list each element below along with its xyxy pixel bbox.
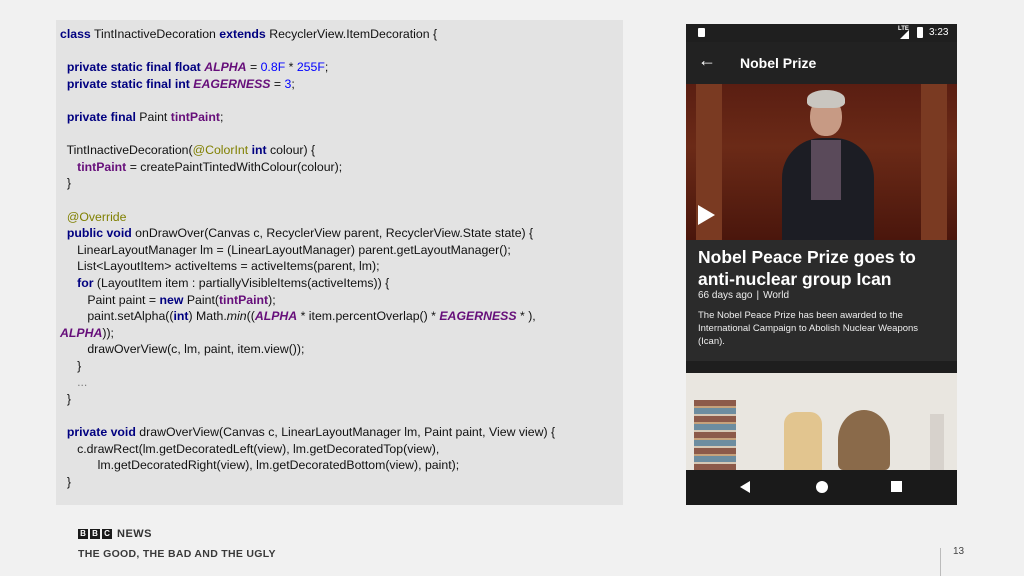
bottle-illustration (930, 414, 944, 470)
code-token: } (66, 475, 71, 490)
code-token: @Override (66, 209, 127, 224)
play-icon[interactable] (698, 205, 715, 225)
code-token: min (226, 309, 247, 324)
speaker-shirt (811, 140, 841, 200)
code-token: = (273, 76, 282, 91)
code-token: List<LayoutItem> activeItems = activeIte… (77, 259, 380, 274)
code-token: Paint paint = (87, 292, 157, 307)
footer-divider (940, 548, 941, 576)
code-token: new (159, 292, 184, 307)
code-panel: class TintInactiveDecoration extends Rec… (56, 20, 623, 505)
signal-icon (900, 30, 909, 39)
next-article-thumbnail[interactable] (686, 373, 957, 470)
code-token: private void (66, 425, 136, 440)
code-token: ALPHA (60, 325, 103, 340)
bbc-logo-box: B (78, 529, 88, 539)
code-token: private final (66, 109, 136, 124)
article-section[interactable]: World (763, 290, 789, 301)
books-illustration (694, 400, 736, 470)
code-token: onDrawOver(Canvas c, RecyclerView parent… (135, 226, 534, 241)
code-token: * ), (520, 309, 536, 324)
nav-recents-icon[interactable] (891, 481, 902, 492)
code-token: tintPaint (218, 292, 269, 307)
code-token: Paint( (186, 292, 219, 307)
app-bar: ← Nobel Prize (686, 42, 957, 84)
status-bar: LTE 3:23 (686, 24, 957, 42)
hand-illustration (784, 412, 822, 470)
code-token: lm.getDecoratedRight(view), lm.getDecora… (97, 458, 460, 473)
code-token: public void (66, 226, 132, 241)
code-token: colour) { (270, 143, 316, 158)
code-token: class (60, 27, 91, 41)
code-token: } (77, 358, 82, 373)
background-pillar (921, 84, 947, 240)
bag-illustration (838, 410, 890, 470)
article-age: 66 days ago (698, 290, 753, 301)
code-token: TintInactiveDecoration (93, 27, 216, 41)
code-token: EAGERNESS (439, 309, 517, 324)
page-number: 13 (953, 546, 965, 557)
code-token: tintPaint (77, 159, 127, 174)
nav-home-icon[interactable] (816, 481, 828, 493)
sd-card-icon (698, 28, 705, 37)
status-time: 3:23 (929, 27, 949, 38)
code-token: private static final int (66, 76, 190, 91)
code-token: tintPaint (170, 109, 220, 124)
code-token: TintInactiveDecoration( (66, 143, 193, 158)
article-headline[interactable]: Nobel Peace Prize goes to anti-nuclear g… (698, 246, 948, 290)
code-token: } (66, 176, 71, 191)
code-token: LinearLayoutManager lm = (LinearLayoutMa… (77, 242, 511, 257)
code-token: * (288, 60, 294, 75)
code-token: (LayoutItem item : partiallyVisibleItems… (96, 275, 390, 290)
bbc-logo-box: C (102, 529, 112, 539)
code-token: @ColorInt (192, 143, 249, 158)
code-token: = (249, 60, 258, 75)
footer-title: THE GOOD, THE BAD AND THE UGLY (78, 548, 276, 560)
code-token: ; (324, 60, 329, 75)
android-nav-bar (686, 470, 957, 505)
code-token: Paint (139, 109, 168, 124)
back-arrow-icon[interactable]: ← (698, 50, 716, 71)
code-token: int (173, 309, 189, 324)
bbc-logo-box: B (90, 529, 100, 539)
code-token: ... (77, 375, 88, 390)
nav-back-icon[interactable] (740, 481, 750, 493)
code-token: extends (219, 27, 266, 41)
code-token: )); (102, 325, 114, 340)
code-token: EAGERNESS (193, 76, 271, 91)
code-token: ); (268, 292, 276, 307)
code-token: private static final float (66, 60, 201, 75)
video-thumbnail[interactable] (686, 84, 957, 240)
code-token: ) Math. (188, 309, 227, 324)
code-token: paint.setAlpha(( (87, 309, 174, 324)
card-divider (686, 361, 957, 373)
code-token: = createPaintTintedWithColour(colour); (129, 159, 343, 174)
code-token: * item.percentOverlap() * (300, 309, 436, 324)
code-token: drawOverView(Canvas c, LinearLayoutManag… (139, 425, 556, 440)
battery-icon (917, 27, 923, 38)
code-token: for (77, 275, 94, 290)
bbc-news-logo: B B C NEWS (78, 528, 152, 540)
code-token: 255F (296, 60, 325, 75)
code-token: 0.8F (260, 60, 286, 75)
code-token: } (66, 392, 71, 407)
meta-separator: | (756, 290, 760, 301)
code-token: ; (219, 109, 224, 124)
app-bar-title: Nobel Prize (740, 55, 817, 71)
bbc-news-label: NEWS (117, 528, 152, 540)
code-listing: class TintInactiveDecoration extends Rec… (60, 26, 619, 491)
code-token: (( (246, 309, 255, 324)
phone-screenshot: LTE 3:23 ← Nobel Prize Nobel Peace Prize… (686, 24, 957, 505)
code-token: drawOverView(c, lm, paint, item.view()); (87, 342, 305, 357)
article-meta: 66 days ago | World (698, 290, 789, 301)
article-summary: The Nobel Peace Prize has been awarded t… (698, 310, 919, 347)
code-token: ALPHA (204, 60, 247, 75)
code-token: int (251, 143, 267, 158)
code-token: c.drawRect(lm.getDecoratedLeft(view), lm… (77, 441, 440, 456)
code-token: RecyclerView.ItemDecoration { (269, 27, 438, 41)
code-token: ; (291, 76, 295, 91)
speaker-hair (807, 90, 845, 108)
code-token: ALPHA (254, 309, 298, 324)
